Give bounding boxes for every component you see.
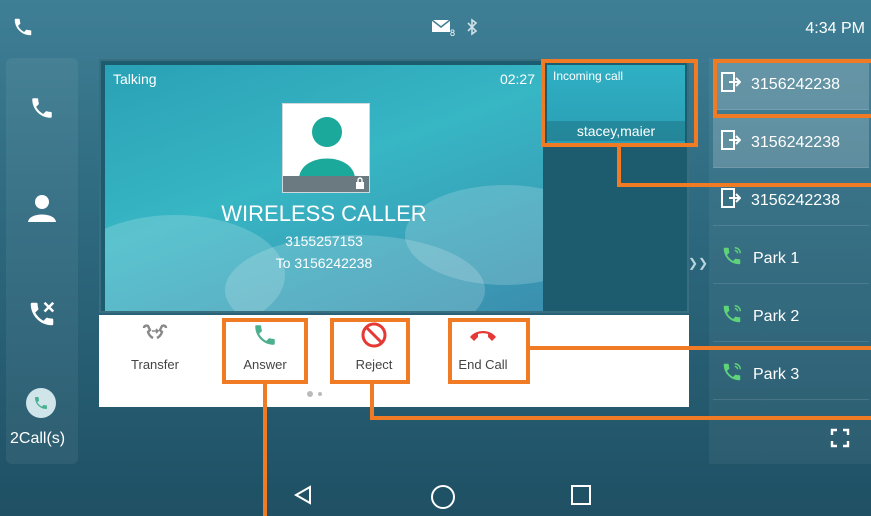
clock: 4:34 PM — [805, 20, 865, 37]
transfer-icon — [142, 323, 168, 349]
message-icon: 8 — [431, 19, 456, 39]
page-indicator — [307, 391, 322, 397]
line-key-label: 3156242238 — [751, 191, 840, 209]
annotation-line — [617, 183, 871, 187]
park-icon — [721, 303, 743, 330]
call-timer: 02:27 — [499, 71, 535, 87]
park-key-label: Park 2 — [753, 307, 800, 325]
call-state: Talking — [113, 71, 157, 87]
contact-icon — [27, 194, 57, 227]
annotation-line — [617, 147, 621, 187]
phone-icon — [29, 95, 55, 126]
status-bar: 8 4:34 PM — [0, 0, 871, 56]
park-key-label: Park 3 — [753, 365, 800, 383]
annotation-line — [530, 346, 871, 350]
line-key-highlight — [713, 59, 871, 118]
calls-indicator-icon[interactable] — [26, 388, 56, 418]
bluetooth-icon — [466, 18, 478, 41]
contacts-button[interactable] — [6, 188, 78, 232]
call-history-icon — [27, 299, 57, 334]
message-count: 8 — [450, 28, 456, 38]
transfer-button[interactable]: Transfer — [115, 321, 195, 381]
navigation-bar — [0, 470, 871, 516]
active-call-card[interactable]: Talking 02:27 WIRELESS CALLER 3155257153… — [105, 65, 543, 311]
caller-name: WIRELESS CALLER — [221, 201, 427, 226]
home-icon[interactable] — [430, 484, 456, 515]
park-key-2[interactable]: Park 2 — [713, 292, 869, 342]
park-icon — [721, 245, 743, 272]
line-key-panel: 3156242238 3156242238 3156242238 Park 1 … — [709, 58, 871, 464]
dialer-button[interactable] — [6, 88, 78, 132]
park-icon — [721, 361, 743, 388]
expand-chevron-icon[interactable]: ❯❯ — [688, 256, 708, 270]
lock-icon — [355, 177, 365, 195]
transfer-label: Transfer — [131, 357, 179, 372]
park-key-3[interactable]: Park 3 — [713, 350, 869, 400]
avatar — [282, 103, 370, 193]
incoming-call-highlight — [541, 59, 698, 147]
fullscreen-icon[interactable] — [830, 428, 850, 453]
line-key-label: 3156242238 — [751, 133, 840, 151]
calls-count-label[interactable]: 2Call(s) — [10, 430, 65, 448]
recent-apps-icon[interactable] — [570, 484, 592, 511]
annotation-line — [370, 416, 871, 420]
call-history-button[interactable] — [6, 294, 78, 338]
end-call-highlight — [448, 318, 530, 384]
back-icon[interactable] — [292, 484, 314, 511]
line-key-2[interactable]: 3156242238 — [713, 118, 869, 168]
annotation-line — [370, 384, 374, 420]
line-key-icon — [721, 130, 742, 155]
phone-status-icon — [12, 16, 34, 43]
line-key-icon — [721, 188, 742, 213]
answer-highlight — [222, 318, 308, 384]
park-key-1[interactable]: Park 1 — [713, 234, 869, 284]
left-rail: 2Call(s) — [6, 58, 78, 464]
reject-highlight — [330, 318, 410, 384]
called-line: To 3156242238 — [275, 255, 373, 271]
park-key-label: Park 1 — [753, 249, 800, 267]
caller-number: 3155257153 — [285, 233, 363, 249]
